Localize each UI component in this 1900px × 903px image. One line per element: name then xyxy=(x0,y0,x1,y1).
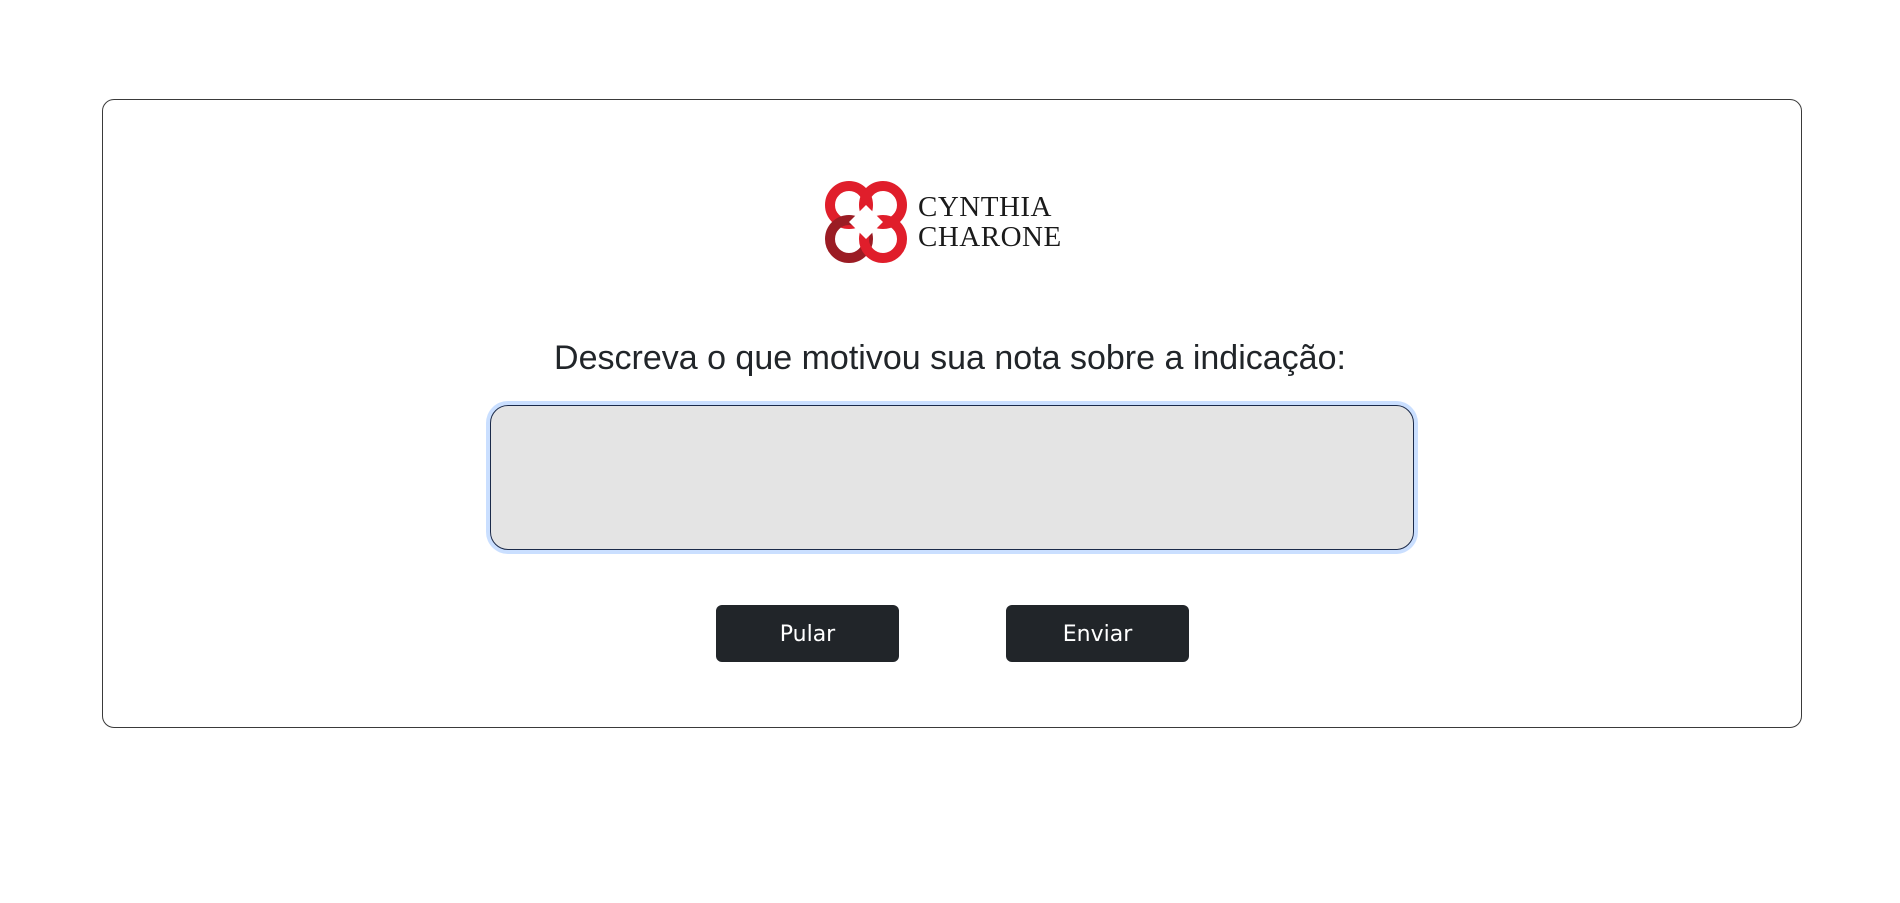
comment-field-focus-ring xyxy=(490,405,1414,550)
interlocked-rings-logo-icon xyxy=(825,181,907,263)
send-button[interactable]: Enviar xyxy=(1006,605,1189,662)
brand-name-line2: CHARONE xyxy=(918,221,1062,253)
brand-name: CYNTHIA CHARONE xyxy=(918,192,1062,252)
question-prompt: Descreva o que motivou sua nota sobre a … xyxy=(554,339,1346,377)
skip-button[interactable]: Pular xyxy=(716,605,899,662)
brand-logo: CYNTHIA CHARONE xyxy=(822,178,1062,266)
comment-textarea[interactable] xyxy=(490,405,1414,550)
brand-name-line1: CYNTHIA xyxy=(918,191,1052,223)
